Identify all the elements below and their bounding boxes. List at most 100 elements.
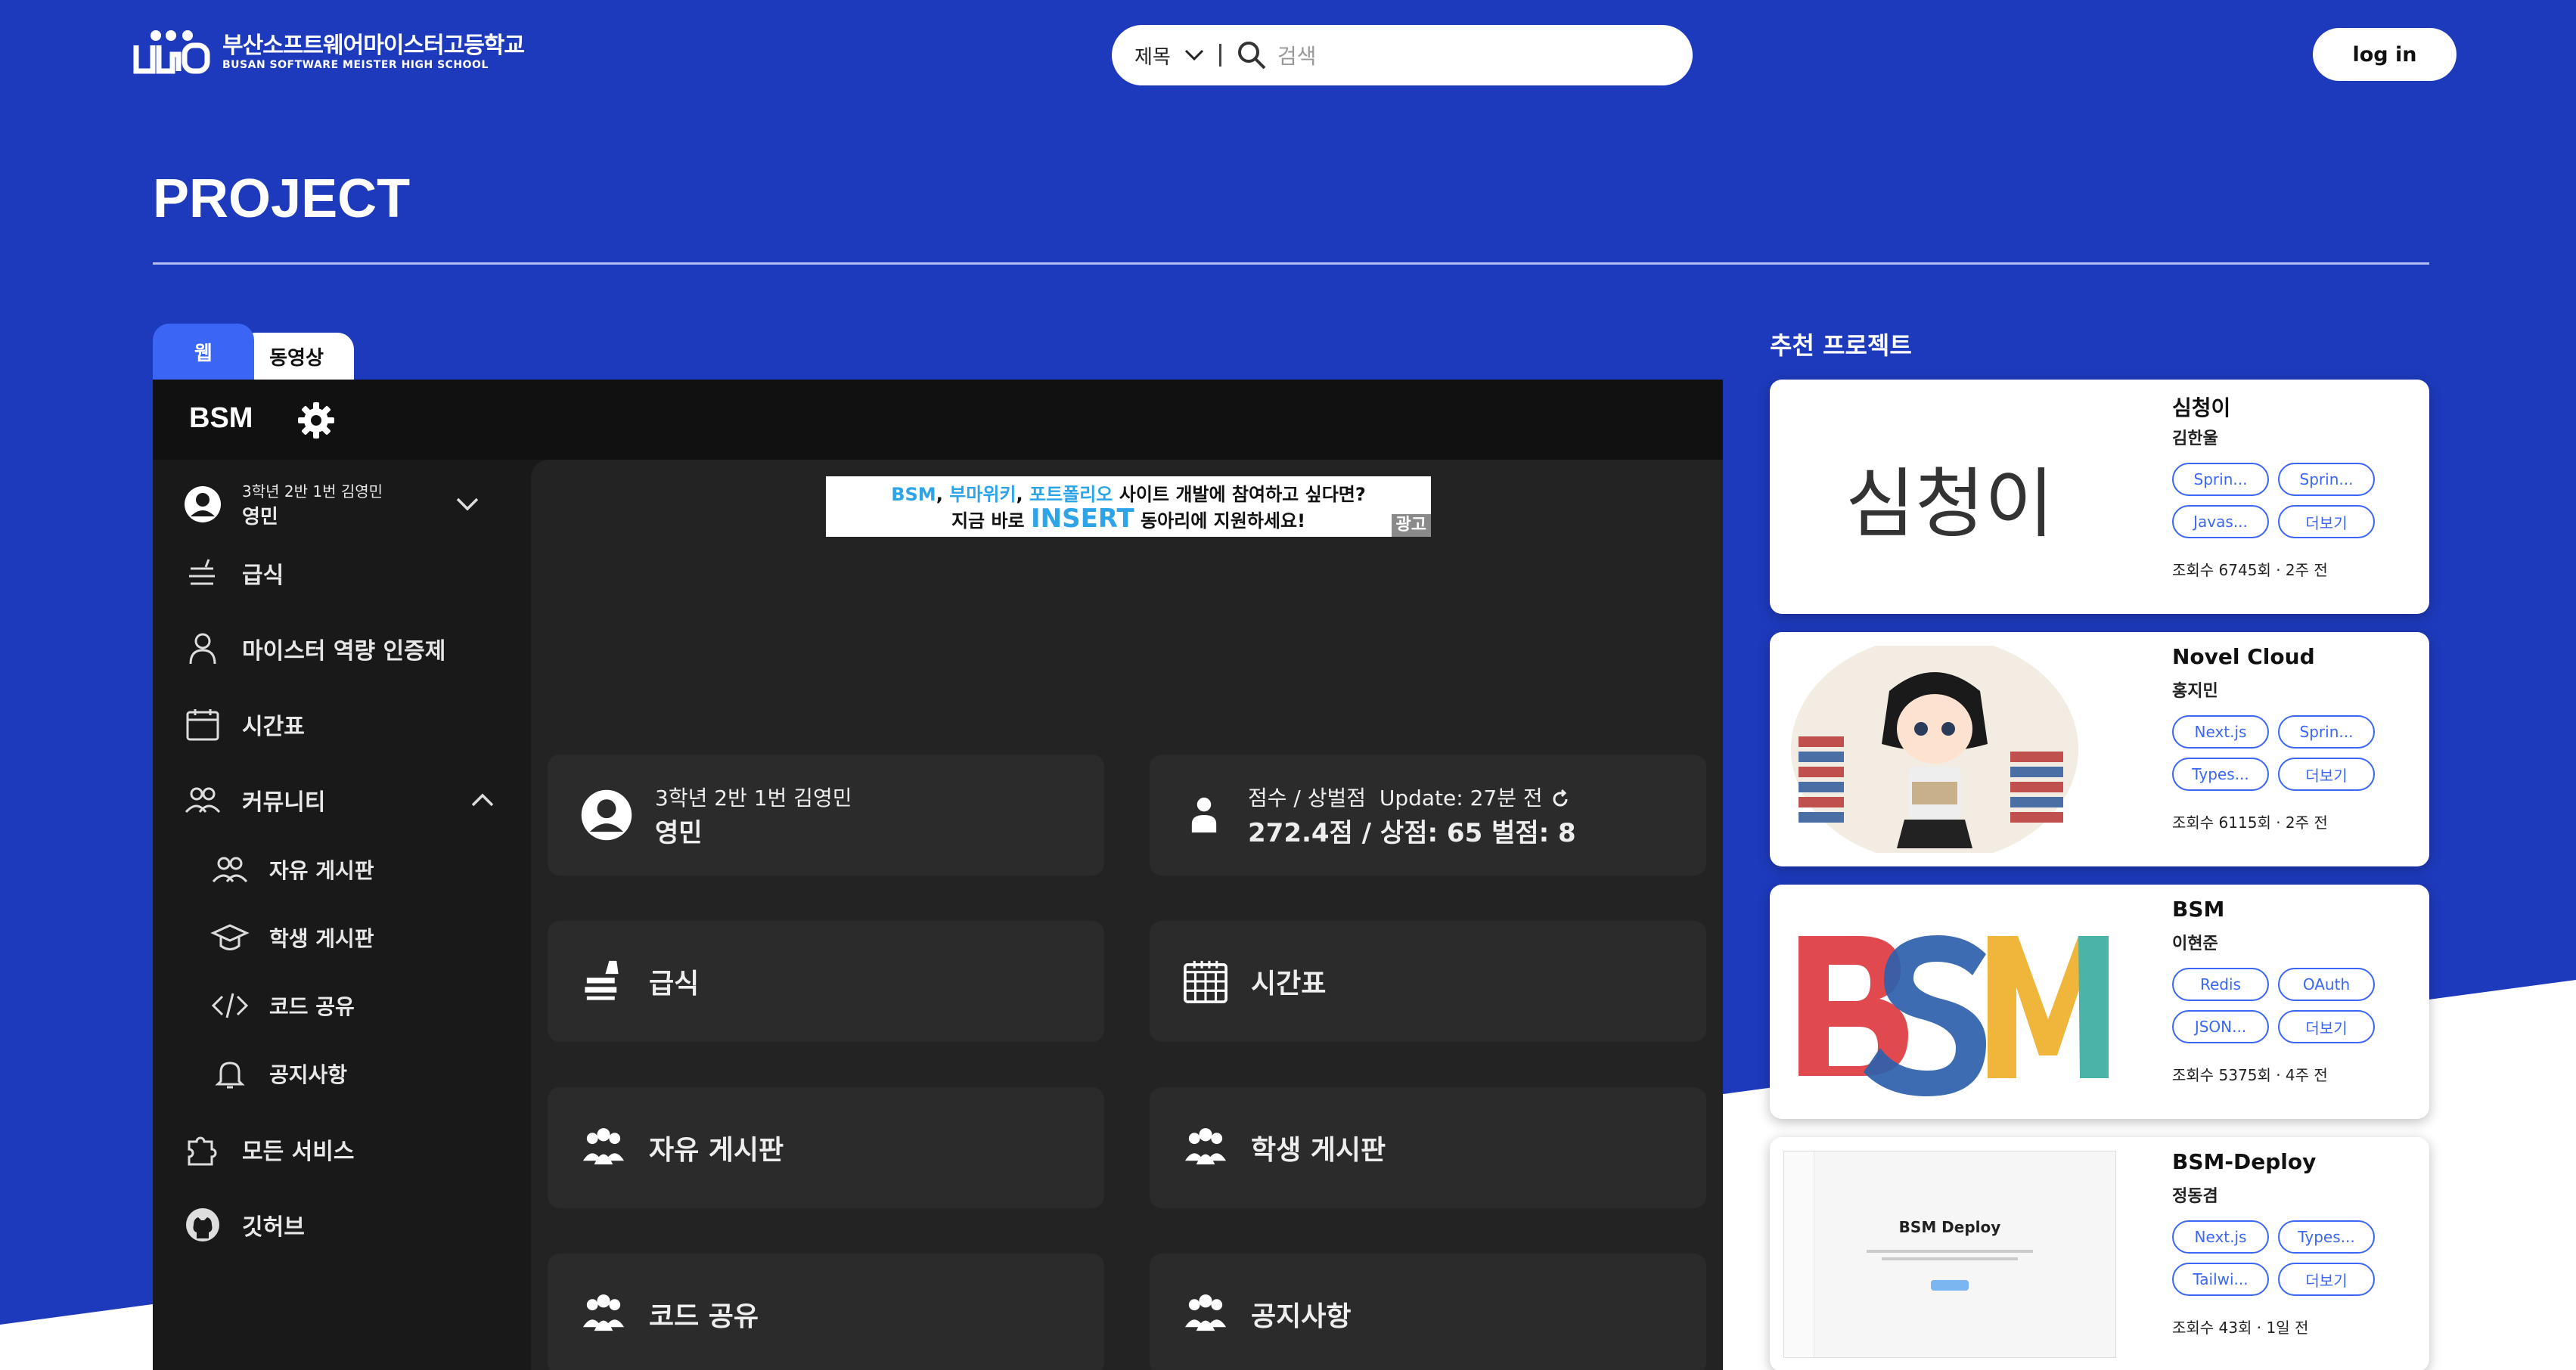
users-icon (1184, 1128, 1227, 1165)
timetable-card[interactable]: 시간표 (1150, 921, 1706, 1042)
ad-tag: 광고 (1391, 514, 1431, 537)
project-meta: 조회수 5375회 · 4주 전 (2172, 1066, 2328, 1084)
app-sidebar: 3학년 2반 1번 김영민 영민 급식 마이스터 역량 인증제 시간표 커뮤니티… (153, 460, 531, 1370)
page-title: PROJECT (153, 169, 411, 229)
person-icon (1191, 797, 1217, 833)
code-share-card-label: 코드 공유 (649, 1301, 759, 1332)
tag-chip[interactable]: Sprin... (2172, 463, 2269, 496)
ad-text-portfolio: 포트폴리오 (1029, 484, 1113, 505)
tag-chip[interactable]: OAuth (2278, 968, 2375, 1001)
gear-icon[interactable] (296, 401, 336, 440)
more-tags-button[interactable]: 더보기 (2278, 1263, 2375, 1296)
project-card[interactable]: BSM 이현준 Redis OAuth JSON... 더보기 조회수 5375… (1770, 885, 2429, 1119)
project-card[interactable]: BSM Deploy BSM-Deploy 정동겸 Next.js Types.… (1770, 1137, 2429, 1370)
meal-icon (189, 559, 215, 585)
more-tags-button[interactable]: 더보기 (2278, 1010, 2375, 1043)
thumbnail-line (1867, 1250, 2033, 1253)
project-name: BSM (2172, 897, 2225, 922)
project-author: 홍지민 (2172, 682, 2218, 701)
users-icon (582, 1294, 625, 1331)
ad-text-line2: 지금 바로 (951, 510, 1031, 532)
tag-chip[interactable]: Javas... (2172, 505, 2269, 538)
search-input[interactable]: 검색 (1277, 40, 1317, 70)
more-tags-button[interactable]: 더보기 (2278, 758, 2375, 791)
code-share-card[interactable]: 코드 공유 (548, 1254, 1104, 1370)
notice-card-label: 공지사항 (1251, 1301, 1352, 1332)
sidebar-item-notice[interactable]: 공지사항 (210, 1054, 347, 1093)
tab-video[interactable]: 동영상 (239, 333, 354, 380)
project-thumbnail (1783, 898, 2116, 1105)
tag-chip[interactable]: JSON... (2172, 1010, 2269, 1043)
sidebar-item-label: 코드 공유 (269, 994, 355, 1019)
sidebar-item-label: 모든 서비스 (242, 1139, 355, 1165)
sidebar-item-timetable[interactable]: 시간표 (183, 705, 305, 744)
users-icon (582, 1128, 625, 1165)
ad-text-insert: INSERT (1030, 504, 1134, 534)
project-card[interactable]: Novel Cloud 홍지민 Next.js Sprin... Types..… (1770, 632, 2429, 866)
profile-card[interactable]: 3학년 2반 1번 김영민 영민 (548, 755, 1104, 876)
title-divider (153, 262, 2429, 265)
tag-chip[interactable]: Types... (2278, 1220, 2375, 1254)
sidebar-item-meal[interactable]: 급식 (183, 553, 284, 593)
tag-chip[interactable]: Sprin... (2278, 715, 2375, 749)
calendar-icon (1184, 960, 1227, 1003)
free-board-card[interactable]: 자유 게시판 (548, 1087, 1104, 1208)
calendar-icon (186, 709, 219, 741)
more-tags-button[interactable]: 더보기 (2278, 505, 2375, 538)
sidebar-item-free-board[interactable]: 자유 게시판 (210, 850, 374, 889)
meal-card[interactable]: 급식 (548, 921, 1104, 1042)
search-divider (1218, 44, 1221, 67)
timetable-card-label: 시간표 (1251, 969, 1327, 1000)
github-icon (186, 1208, 219, 1241)
ad-text-bsm: BSM (891, 484, 936, 505)
logo-korean-text: 부산소프트웨어마이스터고등학교 (222, 33, 525, 59)
score-card[interactable]: 점수 / 상벌점 Update: 27분 전 272.4점 / 상점: 65 벌… (1150, 755, 1706, 876)
login-button[interactable]: log in (2313, 28, 2457, 81)
project-name: 심청이 (2172, 395, 2231, 420)
score-label: 점수 / 상벌점 (1248, 785, 1367, 811)
tag-chip[interactable]: Next.js (2172, 715, 2269, 749)
profile-name: 영민 (655, 817, 703, 848)
tag-chip[interactable]: Tailwi... (2172, 1263, 2269, 1296)
chevron-down-icon (1184, 49, 1203, 61)
sidebar-item-meister[interactable]: 마이스터 역량 인증제 (183, 629, 445, 668)
bsm-logo-image (1799, 935, 2109, 1096)
search-field-select[interactable]: 제목 (1134, 42, 1204, 70)
tag-chip[interactable]: Next.js (2172, 1220, 2269, 1254)
sidebar-item-label: 커뮤니티 (242, 789, 326, 816)
user-menu[interactable]: 3학년 2반 1번 김영민 영민 (183, 479, 480, 529)
sidebar-item-label: 시간표 (242, 714, 305, 740)
ad-banner[interactable]: BSM, 부마위키, 포트폴리오 사이트 개발에 참여하고 싶다면? 지금 바로… (826, 476, 1431, 537)
ad-text-sep: , (1016, 484, 1029, 505)
school-logo[interactable]: 부산소프트웨어마이스터고등학교 BUSAN SOFTWARE MEISTER H… (133, 29, 525, 76)
users-icon (212, 857, 248, 883)
user-class-info: 3학년 2반 1번 김영민 (242, 482, 383, 501)
project-preview-app: BSM 3학년 2반 1번 김영민 영민 급식 마이스터 역량 인증제 시간표 … (153, 380, 1723, 1370)
tag-chip[interactable]: Redis (2172, 968, 2269, 1001)
refresh-icon[interactable] (1550, 789, 1571, 810)
puzzle-icon (188, 1136, 217, 1166)
student-board-card-label: 학생 게시판 (1251, 1135, 1386, 1166)
sidebar-item-github[interactable]: 깃허브 (183, 1205, 305, 1244)
sidebar-item-label: 자유 게시판 (269, 858, 374, 883)
student-board-card[interactable]: 학생 게시판 (1150, 1087, 1706, 1208)
app-brand[interactable]: BSM (189, 402, 253, 435)
notice-card[interactable]: 공지사항 (1150, 1254, 1706, 1370)
thumbnail-text: BSM Deploy (1898, 1218, 2001, 1236)
tab-web[interactable]: 웹 (153, 324, 254, 380)
sidebar-item-all-services[interactable]: 모든 서비스 (183, 1130, 354, 1169)
chevron-down-icon (456, 497, 479, 511)
tag-chip[interactable]: Types... (2172, 758, 2269, 791)
sidebar-item-community[interactable]: 커뮤니티 (183, 780, 495, 820)
sidebar-item-student-board[interactable]: 학생 게시판 (210, 918, 374, 957)
project-card[interactable]: 심청이 심청이 김한울 Sprin... Sprin... Javas... 더… (1770, 380, 2429, 614)
project-author: 이현준 (2172, 935, 2218, 953)
tag-chip[interactable]: Sprin... (2278, 463, 2375, 496)
app-topbar: BSM (153, 380, 1723, 460)
sidebar-item-code-share[interactable]: 코드 공유 (210, 986, 355, 1025)
user-icon (189, 633, 216, 665)
sidebar-item-label: 학생 게시판 (269, 926, 374, 951)
search-icon[interactable] (1237, 40, 1267, 70)
meal-icon (585, 960, 619, 1000)
thumbnail-button (1931, 1280, 1969, 1291)
